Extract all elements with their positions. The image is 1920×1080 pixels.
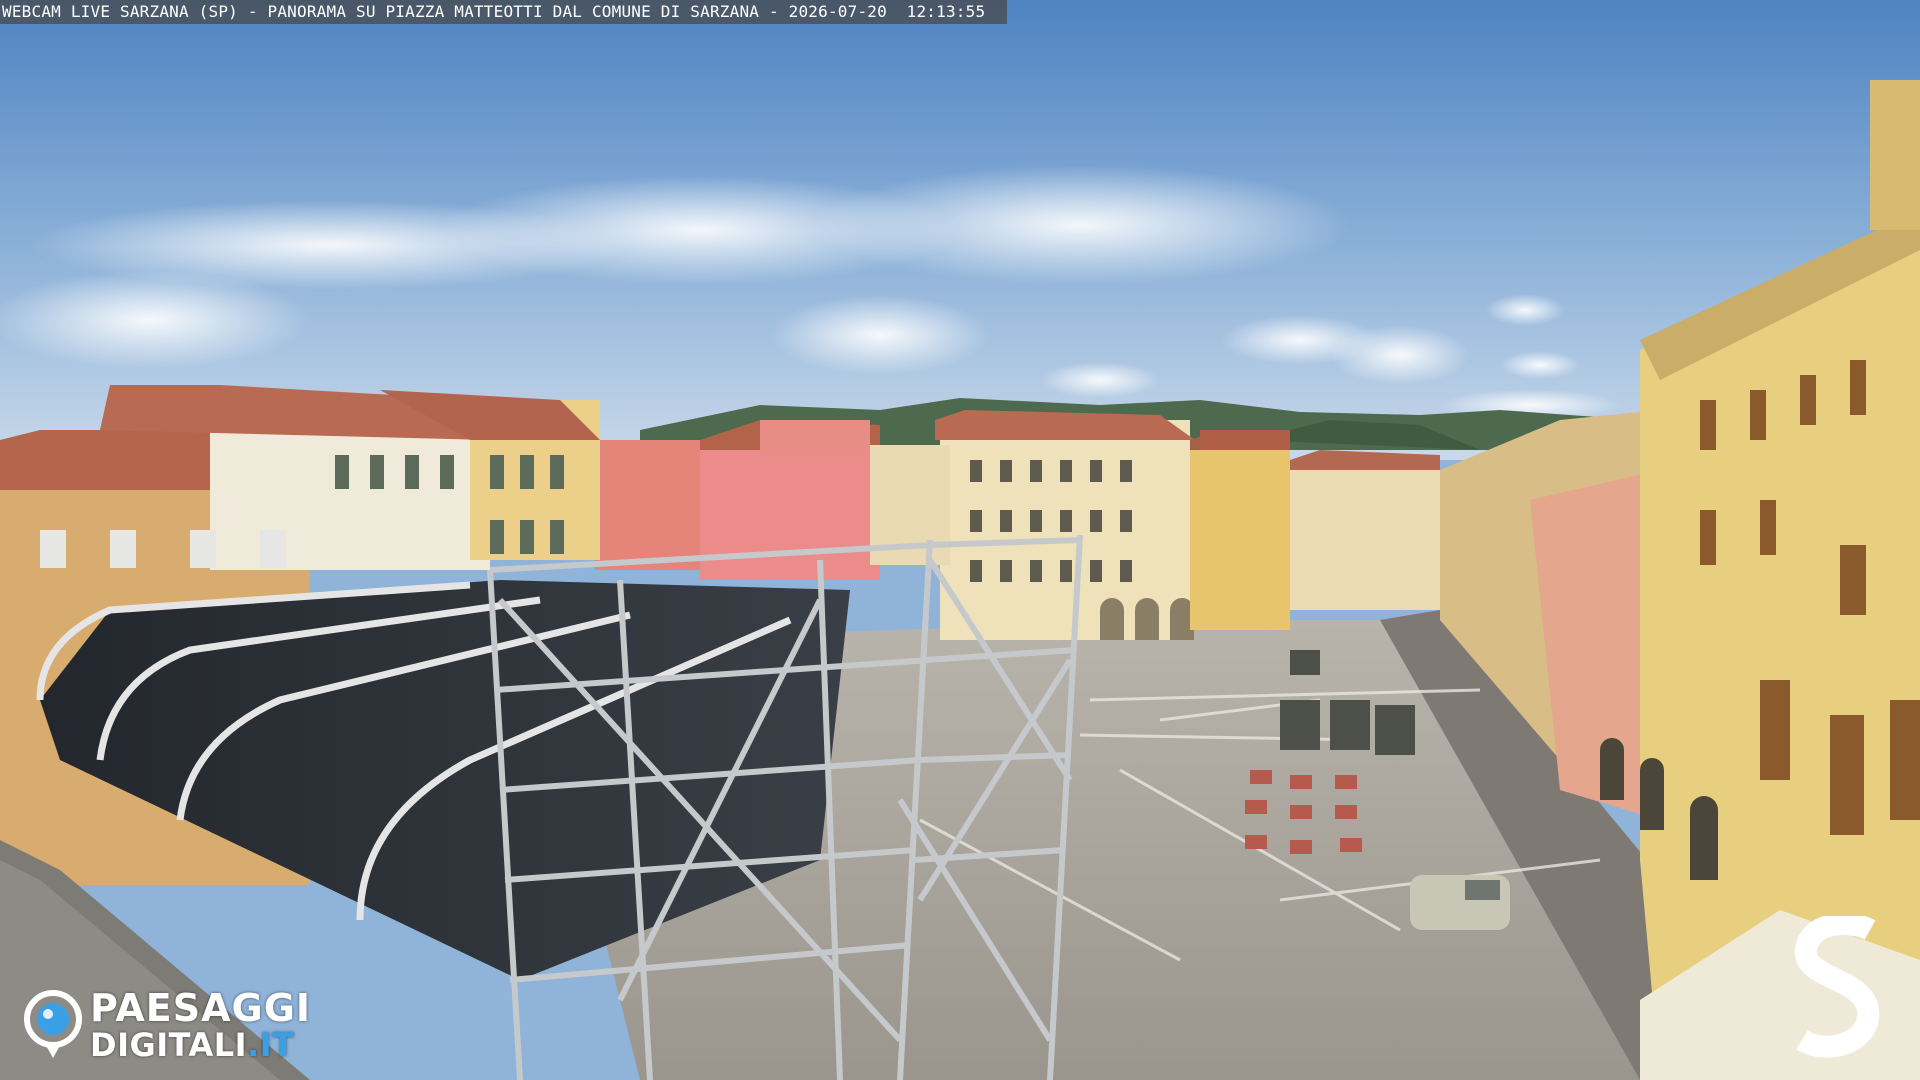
parked-van <box>1410 875 1510 930</box>
logo-word-2: DIGITALI <box>90 1026 248 1064</box>
logo-tld: .IT <box>247 1026 295 1064</box>
paesaggi-digitali-logo: PAESAGGI DIGITALI.IT <box>24 986 312 1061</box>
logo-word-1: PAESAGGI <box>90 986 312 1030</box>
webcam-scene <box>0 0 1920 1080</box>
s-brand-icon <box>1792 913 1884 1058</box>
cafe-tables <box>1245 770 1362 854</box>
camera-eye-icon <box>24 990 82 1060</box>
webcam-caption: WEBCAM LIVE SARZANA (SP) - PANORAMA SU P… <box>0 0 1008 24</box>
